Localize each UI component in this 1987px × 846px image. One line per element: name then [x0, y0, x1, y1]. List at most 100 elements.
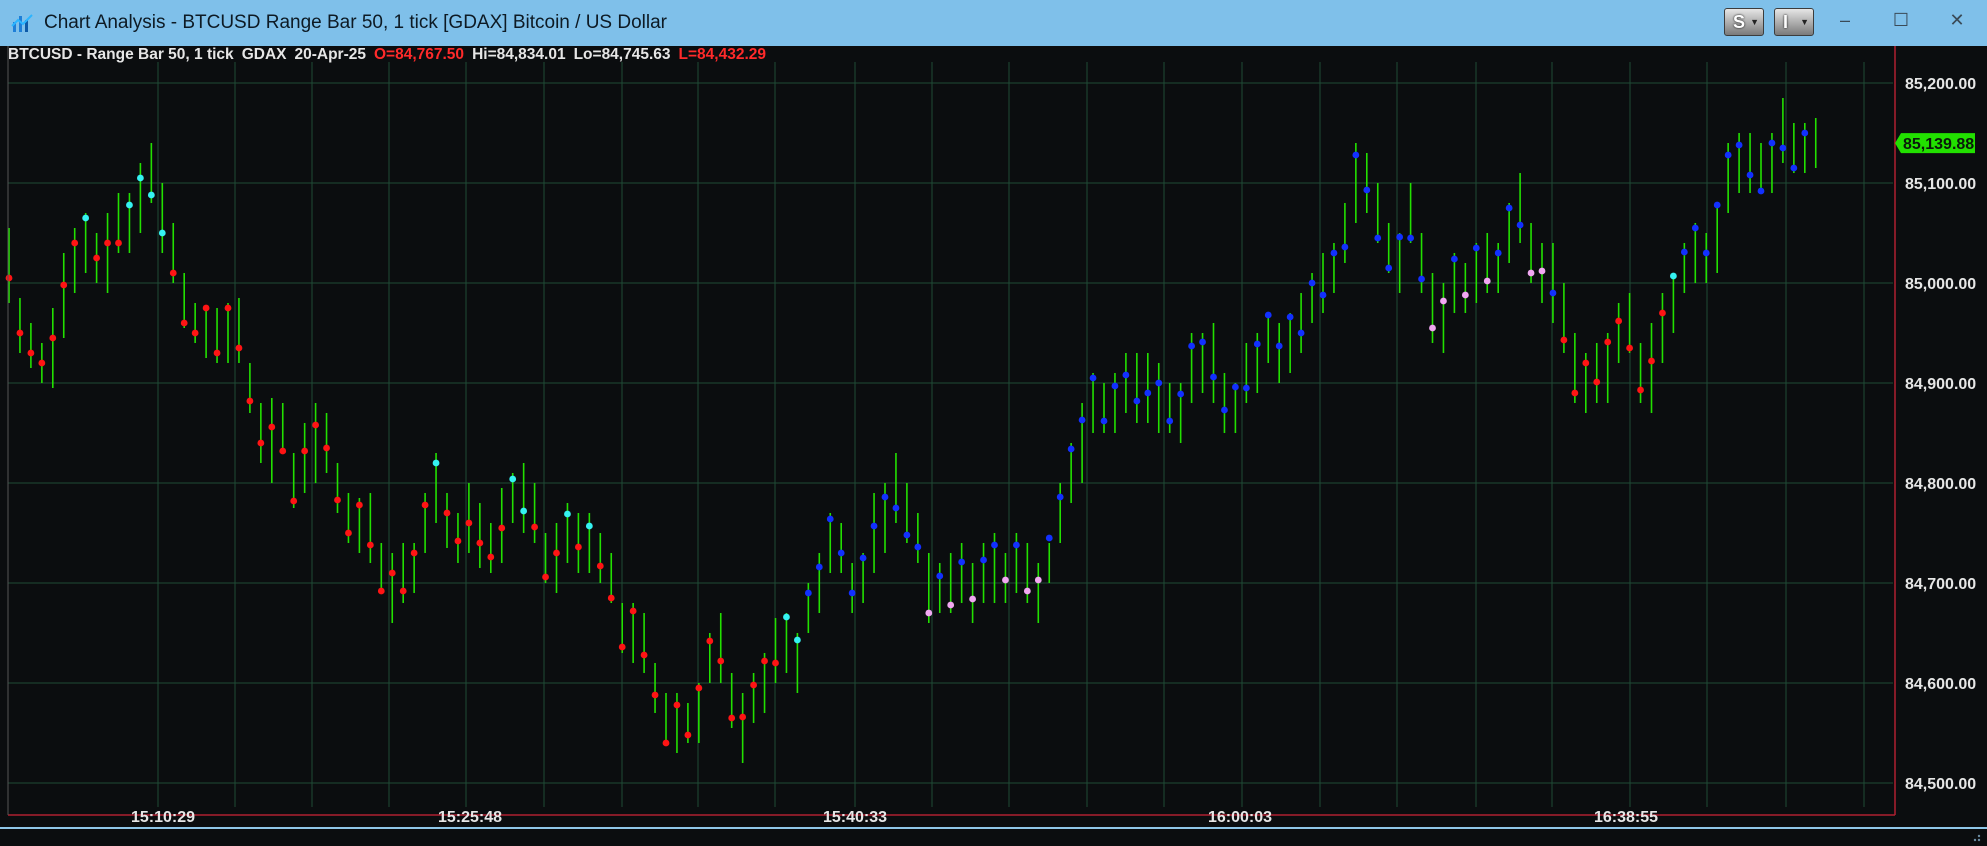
time-axis: 15:10:29 15:25:48 15:40:33 16:00:03 16:38:55 — [131, 809, 1658, 826]
signal-dot — [1527, 269, 1535, 277]
signal-dot — [1505, 204, 1513, 212]
signal-dot — [410, 549, 418, 557]
status-strip — [0, 827, 1987, 846]
signal-dot — [684, 731, 692, 739]
open-value: O=84,767.50 — [373, 46, 465, 63]
signal-dot — [531, 523, 538, 531]
signal-dot — [1166, 417, 1174, 425]
signal-dot — [958, 558, 966, 566]
signal-dot — [651, 691, 659, 699]
close-button[interactable]: ✕ — [1942, 8, 1972, 32]
title-bar: Chart Analysis - BTCUSD Range Bar 50, 1 … — [0, 0, 1987, 46]
signal-dot — [115, 239, 122, 247]
signal-dot — [837, 549, 845, 557]
signal-dot — [1319, 291, 1327, 299]
signal-dot — [5, 274, 13, 282]
signal-dot — [60, 281, 68, 289]
signal-dot — [914, 543, 922, 551]
signal-dot — [618, 643, 626, 651]
signal-dot — [881, 493, 889, 501]
indicator-button[interactable]: I ▼ — [1774, 8, 1814, 36]
signal-dot — [991, 541, 998, 549]
signal-dot — [27, 349, 35, 357]
signal-dot — [1407, 234, 1414, 242]
x-tick-label: 16:38:55 — [1594, 809, 1658, 826]
signal-dot — [465, 519, 473, 527]
signal-dot — [564, 510, 571, 518]
signal-dot — [706, 637, 714, 645]
signal-dot — [1100, 417, 1108, 425]
signal-dot — [235, 344, 243, 352]
y-tick-label: 85,200.00 — [1905, 76, 1976, 93]
signal-dot — [1680, 248, 1688, 256]
signal-dot — [1779, 144, 1787, 152]
indicator-button-label: I — [1783, 12, 1789, 32]
signal-dot — [728, 714, 736, 722]
signal-dot — [366, 541, 374, 549]
signal-dot — [1045, 534, 1053, 542]
signal-dot — [772, 659, 779, 667]
signal-dot — [794, 636, 801, 644]
signal-dot — [1155, 379, 1163, 387]
resize-grip-icon[interactable] — [1967, 828, 1981, 842]
signal-dot — [202, 304, 210, 312]
signal-dot — [334, 496, 341, 504]
signal-dot — [1122, 371, 1130, 379]
signal-dot — [826, 515, 834, 523]
strategy-button-label: S — [1733, 12, 1746, 32]
signal-dot — [1385, 264, 1393, 272]
signal-dot — [1768, 139, 1776, 147]
x-tick-label: 15:25:48 — [438, 809, 502, 826]
signal-dot — [191, 329, 199, 337]
signal-dot — [399, 587, 407, 595]
signal-dot — [1078, 416, 1086, 424]
signal-dot — [16, 329, 24, 337]
signal-dot — [1034, 576, 1042, 584]
signal-dot — [585, 522, 593, 530]
signal-dot — [498, 524, 506, 532]
signal-dot — [1461, 291, 1469, 299]
signal-dot — [323, 444, 330, 452]
signal-dot — [224, 304, 232, 312]
signal-dot — [1330, 249, 1338, 257]
high-value: Hi=84,834.01 — [472, 46, 566, 63]
signal-dot — [695, 684, 703, 692]
signal-dot — [1089, 374, 1097, 382]
signal-dot — [1637, 386, 1644, 394]
chart-app-icon — [11, 14, 33, 32]
signal-dot — [1013, 541, 1020, 549]
y-tick-label: 84,900.00 — [1905, 376, 1976, 393]
signal-dot — [1232, 383, 1239, 391]
signal-dot — [1023, 587, 1031, 595]
x-tick-label: 15:40:33 — [823, 809, 887, 826]
signal-dot — [356, 501, 363, 509]
signal-dot — [1494, 249, 1502, 257]
price-chart[interactable]: 85,200.00 85,100.00 85,000.00 84,900.00 84,8… — [0, 46, 1987, 827]
y-tick-label: 85,100.00 — [1905, 176, 1976, 193]
signal-dot — [1264, 311, 1272, 319]
minimize-button[interactable]: – — [1830, 8, 1860, 32]
signal-dot — [1538, 267, 1546, 275]
signal-dot — [1429, 324, 1436, 332]
signal-dot — [246, 397, 254, 405]
signal-dot — [345, 529, 352, 537]
signal-dot — [1801, 129, 1809, 137]
signal-dot — [180, 319, 188, 327]
signal-dot — [815, 563, 823, 571]
signal-dot — [147, 191, 155, 199]
signal-dot — [1286, 313, 1294, 321]
signal-dot — [82, 214, 90, 222]
signal-dot — [312, 421, 319, 429]
y-tick-label: 84,700.00 — [1905, 576, 1976, 593]
strategy-button[interactable]: S ▼ — [1724, 8, 1764, 36]
signal-dot — [1735, 141, 1743, 149]
signal-dot — [388, 569, 396, 577]
signal-dot — [169, 269, 177, 277]
maximize-button[interactable]: ☐ — [1886, 8, 1916, 32]
signal-dot — [1516, 221, 1524, 229]
signal-dot — [673, 701, 681, 709]
signal-dot — [783, 613, 790, 621]
signal-dot — [1363, 186, 1371, 194]
signal-dot — [1199, 338, 1206, 346]
date-label: 20-Apr-25 — [294, 46, 366, 63]
